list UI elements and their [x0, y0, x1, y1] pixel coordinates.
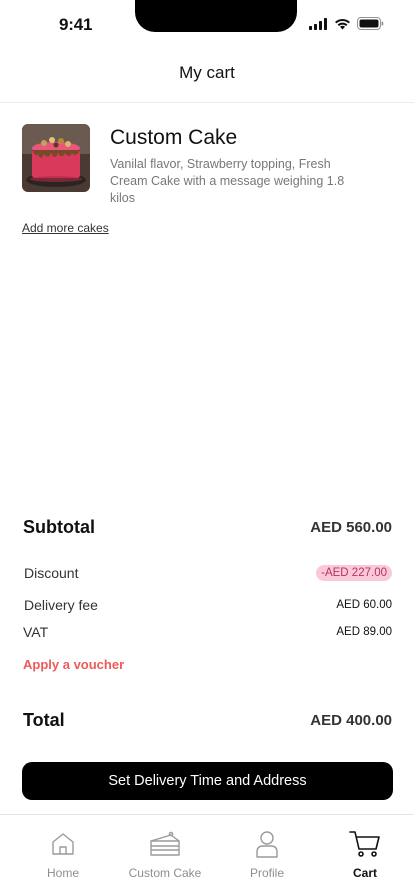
tab-custom-cake[interactable]: Custom Cake	[121, 815, 209, 896]
cart-icon	[349, 829, 381, 859]
tab-profile[interactable]: Profile	[240, 815, 294, 896]
tab-custom-cake-label: Custom Cake	[128, 866, 202, 880]
vat-label: VAT	[23, 624, 49, 640]
battery-icon	[357, 17, 384, 35]
profile-icon	[255, 829, 279, 859]
status-icons	[309, 17, 384, 35]
total-row: Total AED 400.00	[23, 710, 392, 731]
home-icon	[50, 829, 76, 859]
delivery-fee-value: AED 60.00	[336, 599, 392, 611]
discount-badge: -AED 227.00	[316, 565, 392, 581]
tab-home-label: Home	[46, 866, 79, 880]
total-label: Total	[23, 710, 65, 730]
delivery-fee-label: Delivery fee	[24, 597, 98, 613]
delivery-fee-row: Delivery fee AED 60.00	[24, 597, 392, 613]
signal-icon	[309, 17, 328, 35]
bottom-tab-bar: Home Custom Cake Profile Cart	[0, 814, 414, 896]
tab-cart[interactable]: Cart	[343, 815, 387, 896]
set-delivery-button[interactable]: Set Delivery Time and Address	[22, 762, 393, 800]
cake-icon	[149, 829, 181, 859]
device-notch	[135, 0, 297, 32]
discount-label: Discount	[24, 565, 79, 581]
tab-profile-label: Profile	[249, 866, 284, 880]
tab-cart-label: Cart	[352, 866, 377, 880]
status-bar: 9:41	[0, 0, 414, 44]
header: My cart	[0, 44, 414, 103]
status-time: 9:41	[59, 15, 93, 34]
add-more-cakes-link[interactable]: Add more cakes	[22, 221, 109, 235]
apply-voucher-link[interactable]: Apply a voucher	[23, 657, 124, 672]
cart-item-description: Vanilal flavor, Strawberry topping, Fres…	[110, 157, 345, 205]
total-value: AED 400.00	[310, 712, 392, 729]
vat-value: AED 89.00	[336, 626, 392, 638]
cake-thumbnail	[22, 124, 90, 192]
subtotal-row: Subtotal AED 560.00	[23, 517, 392, 538]
subtotal-label: Subtotal	[23, 517, 95, 537]
page-title: My cart	[179, 63, 235, 82]
wifi-icon	[334, 17, 351, 35]
vat-row: VAT AED 89.00	[23, 624, 392, 640]
cart-item-name: Custom Cake	[110, 126, 238, 149]
tab-home[interactable]: Home	[32, 815, 94, 896]
cart-item[interactable]: Custom Cake Vanilal flavor, Strawberry t…	[22, 124, 392, 207]
discount-row: Discount -AED 227.00	[24, 565, 392, 581]
cart-item-info: Custom Cake Vanilal flavor, Strawberry t…	[110, 124, 356, 207]
subtotal-value: AED 560.00	[310, 519, 392, 536]
